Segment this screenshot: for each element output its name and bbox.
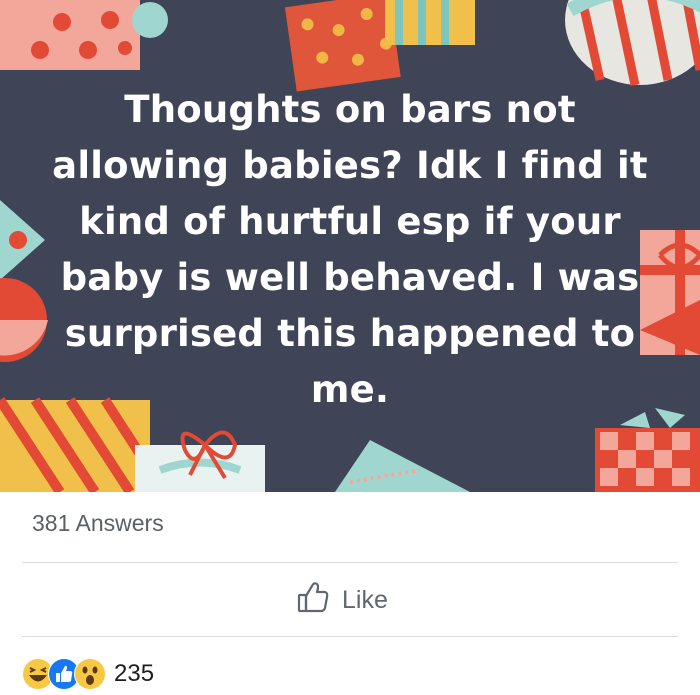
- like-button[interactable]: Like: [296, 580, 388, 620]
- divider-bottom: [22, 636, 678, 637]
- wow-emoji-icon: [74, 658, 106, 690]
- like-label: Like: [342, 585, 388, 614]
- reactions-count: 235: [114, 660, 155, 687]
- post-question-text: Thoughts on bars not allowing babies? Id…: [52, 88, 648, 411]
- reactions-summary[interactable]: 235: [22, 656, 154, 692]
- post-card: Thoughts on bars not allowing babies? Id…: [0, 0, 700, 695]
- answers-count-link[interactable]: 381 Answers: [32, 510, 164, 537]
- thumbs-up-icon: [296, 580, 330, 621]
- divider-top: [22, 562, 678, 563]
- post-banner[interactable]: Thoughts on bars not allowing babies? Id…: [0, 0, 700, 492]
